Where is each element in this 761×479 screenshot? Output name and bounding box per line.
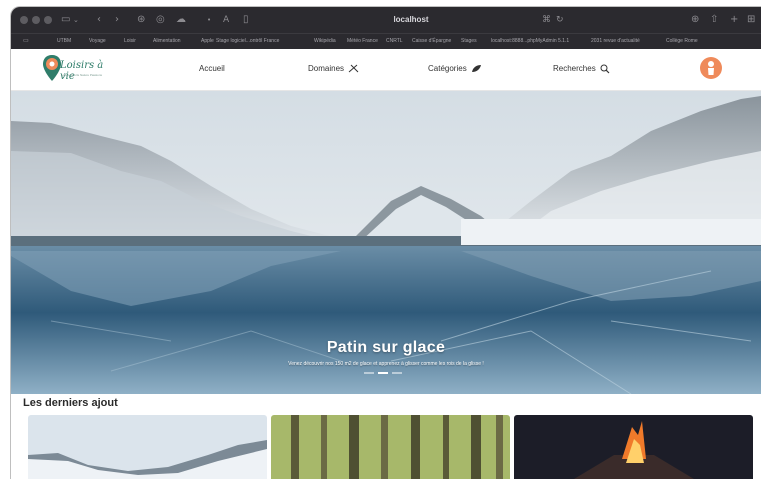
cloud-icon[interactable]: ☁ [176, 12, 186, 28]
nav-categories-label: Catégories [428, 64, 467, 73]
logo-tagline: Loisirs Sports Nature Passions [61, 73, 103, 77]
nav-home[interactable]: Accueil [199, 63, 225, 75]
tab-overview-icon[interactable]: ⊞ [747, 12, 755, 28]
bookmark-item[interactable]: Caisse d'Épargne [412, 37, 451, 45]
slider-indicators [356, 371, 416, 375]
hero-subtitle: Venez découvrir nos 150 m2 de glace et a… [288, 361, 484, 367]
hero-slider[interactable]: Patin sur glace Venez découvrir nos 150 … [11, 91, 761, 394]
nav-search-label: Recherches [553, 64, 596, 73]
bookmark-item[interactable]: CNRTL [386, 37, 403, 45]
bookmarks-bar: ▭ UTBM Voyage Loisir Alimentation Apple … [11, 33, 761, 50]
minimize-window-button[interactable] [32, 16, 40, 24]
map-pin-icon [43, 55, 61, 81]
back-icon[interactable]: ‹ [97, 12, 101, 28]
reader-icon[interactable]: ▯ [243, 12, 249, 28]
translate-icon[interactable]: ⌘ [542, 12, 551, 28]
avatar[interactable] [700, 57, 722, 79]
slide-indicator[interactable] [364, 372, 374, 374]
maximize-window-button[interactable] [44, 16, 52, 24]
slide-indicator[interactable] [392, 372, 402, 374]
share-icon[interactable]: ⇧ [710, 12, 718, 28]
bookmark-item[interactable]: Alimentation [153, 37, 181, 45]
forward-icon[interactable]: › [115, 12, 119, 28]
search-icon [600, 64, 610, 74]
tools-icon [348, 65, 359, 73]
dot-icon: • [207, 16, 212, 24]
card-image [514, 415, 753, 479]
bookmark-item[interactable]: UTBM [57, 37, 71, 45]
browser-chrome: ▭ ⌄ ‹ › ⊛ ◎ ☁ • A ▯ localhost ⌘ ↻ ⊕ ⇧ + … [11, 7, 761, 49]
bookmark-item[interactable]: Apple [201, 37, 214, 45]
hero-title: Patin sur glace [326, 339, 446, 356]
slide-indicator-active[interactable] [378, 372, 388, 374]
card-snowy-mountain[interactable] [28, 415, 267, 479]
new-tab-icon[interactable]: + [730, 12, 738, 28]
address-bar[interactable]: localhost [371, 13, 451, 27]
card-volcano[interactable] [514, 415, 753, 479]
bookmark-item[interactable]: Stages [461, 37, 477, 45]
nav-search[interactable]: Recherches [553, 63, 610, 75]
bookmarks-icon[interactable]: ▭ [23, 37, 29, 45]
card-forest[interactable] [271, 415, 510, 479]
bookmark-item[interactable]: 2031 revue d'actualité [591, 37, 640, 45]
latest-cards [11, 415, 761, 479]
card-image [28, 415, 267, 479]
bookmark-item[interactable]: Collège Rome [666, 37, 698, 45]
bookmark-item[interactable]: Météo France [347, 37, 378, 45]
bookmark-item[interactable]: Voyage [89, 37, 106, 45]
nav-domains[interactable]: Domaines [308, 63, 359, 75]
reload-icon[interactable]: ↻ [556, 12, 564, 28]
site-header: Loisirs à vie Loisirs Sports Nature Pass… [11, 49, 761, 91]
extension-icon[interactable]: ◎ [156, 12, 165, 28]
user-icon [708, 61, 714, 75]
leaf-icon [471, 65, 481, 73]
bookmark-item[interactable]: Wikipédia [314, 37, 336, 45]
browser-toolbar: ▭ ⌄ ‹ › ⊛ ◎ ☁ • A ▯ localhost ⌘ ↻ ⊕ ⇧ + … [11, 7, 761, 33]
browser-window: ▭ ⌄ ‹ › ⊛ ◎ ☁ • A ▯ localhost ⌘ ↻ ⊕ ⇧ + … [11, 7, 761, 479]
bookmark-item[interactable]: Loisir [124, 37, 136, 45]
text-size-icon[interactable]: A [223, 12, 229, 28]
close-window-button[interactable] [20, 16, 28, 24]
nav-categories[interactable]: Catégories [428, 63, 482, 75]
card-image [271, 415, 510, 479]
download-icon[interactable]: ⊕ [691, 12, 699, 28]
logo-text: Loisirs à vie [60, 60, 104, 82]
site-logo[interactable]: Loisirs à vie Loisirs Sports Nature Pass… [40, 54, 116, 82]
sidebar-toggle-icon[interactable]: ▭ [61, 12, 70, 28]
shield-icon[interactable]: ⊛ [137, 12, 145, 28]
section-title: Les derniers ajout [23, 397, 118, 409]
chevron-down-icon[interactable]: ⌄ [73, 12, 79, 28]
bookmark-item[interactable]: Stage logiciel...ontrôl France [216, 37, 279, 45]
bookmark-item[interactable]: localhost:8888...phpMyAdmin 5.1.1 [491, 37, 569, 45]
nav-domains-label: Domaines [308, 64, 345, 73]
